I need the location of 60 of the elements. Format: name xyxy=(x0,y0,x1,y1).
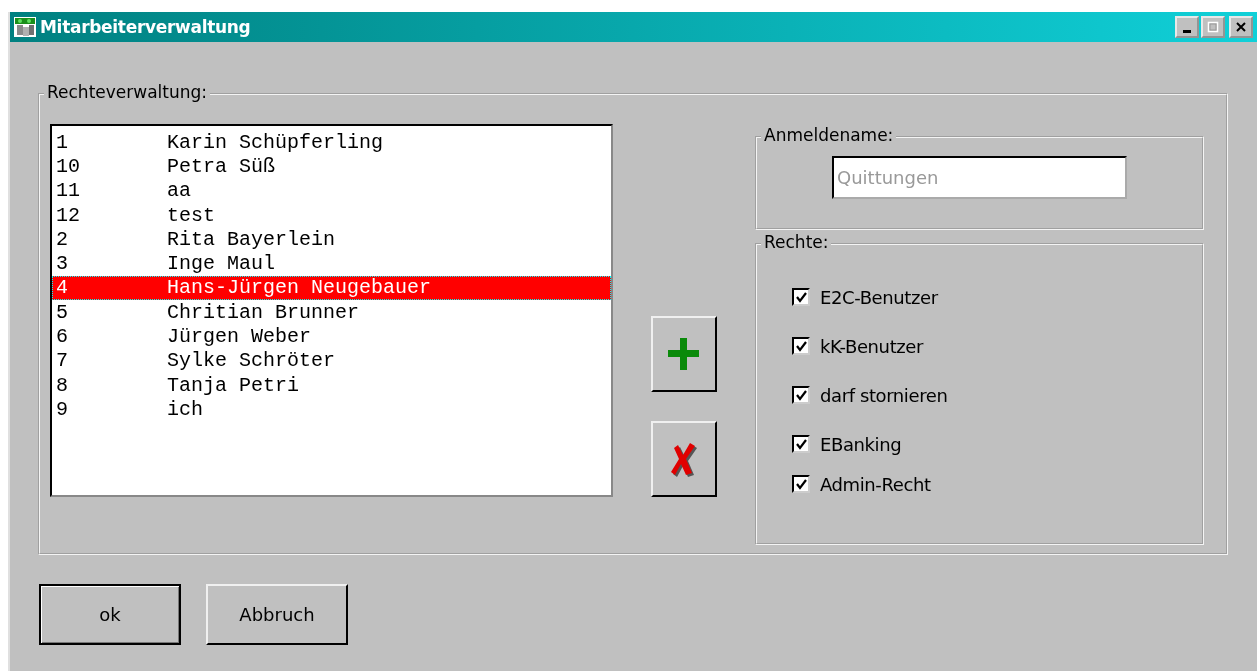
employee-name: Hans-Jürgen Neugebauer xyxy=(167,276,432,300)
employee-name: aa xyxy=(167,179,191,203)
employee-name: Karin Schüpferling xyxy=(167,130,384,154)
employee-name: Chritian Brunner xyxy=(167,300,360,324)
employee-id: 8 xyxy=(55,373,69,397)
employee-id: 4 xyxy=(55,276,69,300)
window-title: Mitarbeiterverwaltung xyxy=(40,17,251,37)
employee-id: 12 xyxy=(55,203,81,227)
checkbox-label: EBanking xyxy=(820,433,902,455)
employee-name: Sylke Schröter xyxy=(167,349,336,373)
employee-id: 9 xyxy=(55,397,69,421)
minimize-icon xyxy=(1183,29,1191,33)
list-row[interactable]: 8 Tanja Petri xyxy=(52,372,611,398)
employee-id: 7 xyxy=(55,349,69,373)
checkbox[interactable] xyxy=(792,386,810,404)
employee-id: 10 xyxy=(55,154,81,178)
maximize-icon xyxy=(1207,21,1219,33)
checkbox-label: kK-Benutzer xyxy=(820,335,923,357)
employee-name: Inge Maul xyxy=(167,252,276,276)
employee-name: ich xyxy=(167,397,203,421)
checkbox-label: E2C-Benutzer xyxy=(820,286,938,308)
employee-name: Petra Süß xyxy=(167,154,276,178)
employee-id: 1 xyxy=(55,130,69,154)
checkbox[interactable] xyxy=(792,288,810,306)
list-row[interactable]: 12 test xyxy=(52,202,611,228)
employee-name: Tanja Petri xyxy=(167,373,300,397)
checkbox-label: darf stornieren xyxy=(820,384,948,406)
employee-name: test xyxy=(167,203,215,227)
employee-id: 3 xyxy=(55,252,69,276)
list-row[interactable]: 9 ich xyxy=(52,397,611,422)
checkbox-label: Admin-Recht xyxy=(820,473,931,495)
dialog-button[interactable]: Abbruch xyxy=(206,584,348,645)
list-row[interactable]: 10 Petra Süß xyxy=(52,154,611,179)
list-row[interactable]: 4 Hans-Jürgen Neugebauer xyxy=(52,275,611,301)
employee-id: 6 xyxy=(55,325,69,348)
list-row[interactable]: 3 Inge Maul xyxy=(52,251,611,276)
close-icon xyxy=(1235,21,1247,33)
delete-button[interactable] xyxy=(651,421,717,497)
minimize-button[interactable] xyxy=(1175,16,1199,38)
employee-name: Jürgen Weber xyxy=(167,325,312,348)
dialog-button[interactable]: ok xyxy=(39,584,181,645)
checkbox[interactable] xyxy=(792,435,810,453)
employee-id: 11 xyxy=(55,179,81,203)
list-row[interactable]: 2 Rita Bayerlein xyxy=(52,227,611,252)
checkbox[interactable] xyxy=(792,475,810,493)
checkbox[interactable] xyxy=(792,337,810,355)
list-row[interactable]: 5 Chritian Brunner xyxy=(52,300,611,325)
group-label: Rechteverwaltung: xyxy=(44,82,211,102)
delete-icon xyxy=(670,441,698,477)
list-row[interactable]: 7 Sylke Schröter xyxy=(52,348,611,373)
add-button[interactable] xyxy=(651,316,717,392)
list-row[interactable]: 11 aa xyxy=(52,178,611,203)
employee-id: 2 xyxy=(55,227,69,251)
employee-name: Rita Bayerlein xyxy=(167,227,336,251)
close-button[interactable] xyxy=(1229,16,1253,38)
list-row[interactable]: 1 Karin Schüpferling xyxy=(52,130,611,155)
list-row[interactable]: 6 Jürgen Weber xyxy=(52,324,611,349)
app-icon xyxy=(14,17,36,37)
employee-id: 5 xyxy=(55,300,69,324)
plus-icon xyxy=(667,337,701,371)
